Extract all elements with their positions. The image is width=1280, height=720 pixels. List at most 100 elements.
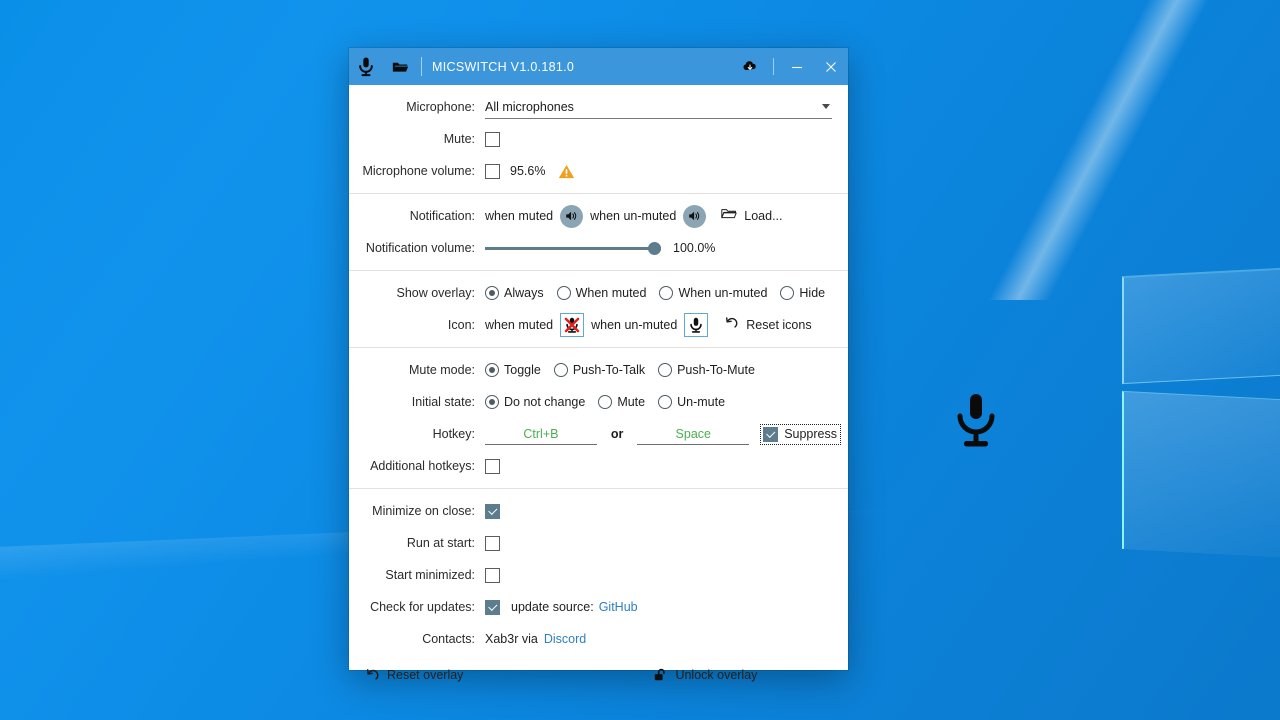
radio-indicator [485, 363, 499, 377]
initial-state-radio-un-mute[interactable]: Un-mute [658, 395, 725, 409]
radio-label: When un-muted [678, 286, 768, 300]
radio-label: Always [504, 286, 544, 300]
slider-track [485, 247, 661, 250]
slider-knob[interactable] [648, 241, 661, 255]
radio-indicator [780, 286, 795, 300]
unmuted-icon-picker[interactable] [684, 313, 709, 337]
minimize-on-close-row: Minimize on close: [349, 495, 848, 527]
check-for-updates-row: Check for updates: update source: GitHub [349, 591, 848, 623]
initial-state-label: Initial state: [411, 395, 475, 409]
show-overlay-row: Show overlay: Always When muted When un-… [349, 277, 848, 309]
mute-label: Mute: [443, 132, 475, 146]
microphone-row: Microphone: All microphones [349, 91, 848, 123]
microphone-muted-icon [564, 317, 580, 333]
start-minimized-checkbox[interactable] [485, 567, 500, 583]
hotkey-group: Mute mode: Toggle Push-To-Talk Push-To-M… [349, 348, 848, 489]
reset-overlay-label: Reset overlay [387, 668, 464, 682]
notification-muted-sound-button[interactable] [560, 204, 584, 228]
minimize-on-close-label: Minimize on close: [372, 504, 475, 518]
radio-indicator [553, 363, 568, 377]
contacts-label: Contacts: [422, 632, 475, 646]
radio-label: Push-To-Mute [677, 363, 755, 377]
microphone-label: Microphone: [406, 100, 475, 114]
close-icon[interactable] [814, 48, 848, 85]
show-overlay-label: Show overlay: [396, 286, 475, 300]
windows-logo-pane-top [1122, 267, 1280, 385]
suppress-toggle[interactable]: Suppress [760, 423, 841, 445]
additional-hotkeys-checkbox[interactable] [485, 458, 500, 474]
mute-checkbox[interactable] [485, 131, 500, 147]
hotkey-or-label: or [610, 427, 624, 441]
reset-overlay-button[interactable]: Reset overlay [359, 665, 469, 685]
notification-when-unmuted-label: when un-muted [590, 209, 677, 223]
show-overlay-radio-always[interactable]: Always [485, 286, 544, 300]
notification-row: Notification: when muted when un-muted L… [349, 200, 848, 232]
microphone-icon [690, 317, 703, 333]
warning-triangle-icon [558, 164, 575, 179]
notification-volume-row: Notification volume: 100.0% [349, 232, 848, 264]
radio-label: Toggle [504, 363, 541, 377]
wallpaper-light-streak [820, 0, 1280, 300]
icon-when-muted-label: when muted [485, 318, 554, 332]
device-group: Microphone: All microphones Mute: Microp… [349, 85, 848, 194]
notification-group: Notification: when muted when un-muted L… [349, 194, 848, 271]
microphone-overlay-icon[interactable] [952, 392, 1000, 450]
radio-label: When muted [575, 286, 647, 300]
update-source-link[interactable]: GitHub [599, 600, 638, 614]
muted-icon-picker[interactable] [560, 313, 585, 337]
run-at-start-label: Run at start: [406, 536, 475, 550]
radio-label: Un-mute [677, 395, 726, 409]
microphone-select[interactable]: All microphones [485, 96, 832, 119]
check-for-updates-label: Check for updates: [370, 600, 475, 614]
unlock-overlay-label: Unlock overlay [675, 668, 758, 682]
mute-mode-radio-push-to-mute[interactable]: Push-To-Mute [658, 363, 755, 377]
run-at-start-checkbox[interactable] [485, 535, 500, 551]
icon-row: Icon: when muted when un-muted Reset ico… [349, 309, 848, 341]
microphone-volume-checkbox[interactable] [485, 163, 500, 179]
mute-mode-label: Mute mode: [408, 363, 475, 377]
mute-mode-radio-push-to-talk[interactable]: Push-To-Talk [553, 363, 646, 377]
notification-volume-slider[interactable] [485, 239, 661, 257]
radio-indicator [485, 286, 499, 300]
check-for-updates-checkbox[interactable] [485, 599, 500, 615]
unlock-overlay-button[interactable]: Unlock overlay [647, 665, 763, 685]
show-overlay-radio-when-unmuted[interactable]: When un-muted [659, 286, 767, 300]
folder-open-icon[interactable] [383, 48, 417, 85]
notification-load-button[interactable]: Load... [721, 207, 783, 225]
icon-label: Icon: [447, 318, 475, 332]
hotkey-secondary-input[interactable]: Space [637, 423, 750, 445]
suppress-label: Suppress [784, 427, 837, 441]
radio-label: Push-To-Talk [572, 363, 646, 377]
title-bar: MICSWITCH V1.0.181.0 [349, 48, 848, 85]
notification-label: Notification: [409, 209, 475, 223]
radio-indicator [485, 395, 499, 409]
cloud-download-icon[interactable] [733, 48, 767, 85]
radio-indicator [658, 363, 673, 377]
initial-state-radio-mute[interactable]: Mute [598, 395, 645, 409]
minimize-icon[interactable] [780, 48, 814, 85]
mute-mode-row: Mute mode: Toggle Push-To-Talk Push-To-M… [349, 354, 848, 386]
radio-label: Do not change [504, 395, 586, 409]
suppress-checkbox[interactable] [763, 426, 779, 442]
radio-label: Mute [617, 395, 646, 409]
notification-unmuted-sound-button[interactable] [683, 204, 707, 228]
folder-open-icon [721, 207, 737, 225]
additional-hotkeys-label: Additional hotkeys: [370, 459, 475, 473]
start-minimized-row: Start minimized: [349, 559, 848, 591]
general-group: Minimize on close: Run at start: Start m… [349, 489, 848, 691]
mute-mode-radio-toggle[interactable]: Toggle [485, 363, 541, 377]
reset-icons-label: Reset icons [746, 318, 812, 332]
initial-state-radio-do-not-change[interactable]: Do not change [485, 395, 585, 409]
discord-link[interactable]: Discord [544, 632, 586, 646]
show-overlay-radio-when-muted[interactable]: When muted [556, 286, 647, 300]
hotkey-primary-input[interactable]: Ctrl+B [485, 423, 597, 445]
update-source-label: update source: [511, 600, 594, 614]
notification-load-label: Load... [744, 209, 783, 223]
icon-when-unmuted-label: when un-muted [591, 318, 678, 332]
reset-icons-button[interactable]: Reset icons [724, 316, 812, 335]
start-minimized-label: Start minimized: [385, 568, 475, 582]
microphone-volume-label: Microphone volume: [362, 164, 475, 178]
minimize-on-close-checkbox[interactable] [485, 503, 500, 519]
show-overlay-radio-hide[interactable]: Hide [780, 286, 825, 300]
undo-icon [365, 668, 379, 682]
